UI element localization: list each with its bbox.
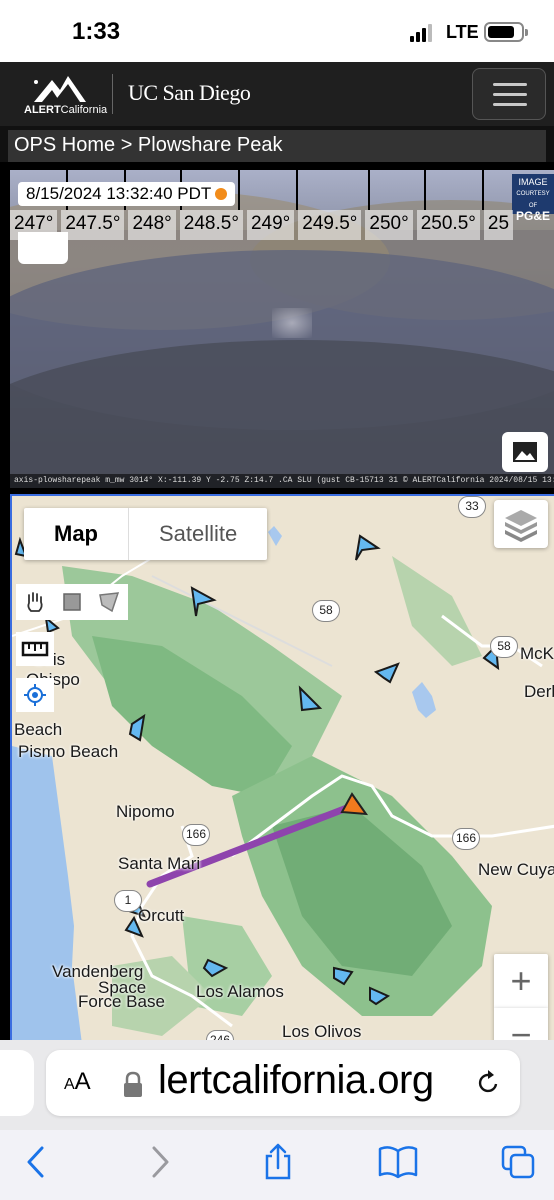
map-type-satellite-button[interactable]: Satellite [128, 508, 267, 560]
heading-label: 25 [483, 210, 514, 240]
smoke-plume [272, 308, 312, 338]
previous-tab-preview[interactable] [0, 1050, 34, 1116]
forward-button[interactable] [138, 1140, 182, 1184]
place-label: Los Alamos [196, 982, 284, 1001]
heading-tick [368, 170, 370, 210]
battery-icon [484, 22, 528, 42]
reader-settings-button[interactable]: AA [64, 1068, 91, 1096]
heading-tick [482, 170, 484, 210]
zoom-in-button[interactable]: + [494, 954, 548, 1008]
draw-rectangle-icon[interactable] [53, 584, 90, 620]
header-divider [112, 74, 113, 114]
zoom-out-button[interactable]: − [494, 1008, 548, 1042]
reload-icon[interactable] [476, 1068, 502, 1096]
status-time: 1:33 [72, 18, 121, 45]
place-label: Santa Mari [118, 854, 201, 873]
heading-tick [424, 170, 426, 210]
back-button[interactable] [14, 1140, 58, 1184]
signal-strength-icon [410, 24, 436, 42]
address-bar[interactable]: AA lertcalifornia.org [46, 1050, 520, 1116]
breadcrumb[interactable]: OPS Home > Plowshare Peak [8, 130, 546, 162]
map-layers-button[interactable] [494, 500, 548, 548]
ruler-icon [21, 641, 49, 657]
camera-ridge [10, 340, 554, 488]
network-label: LTE [446, 22, 479, 42]
highway-shield: 58 [312, 600, 340, 622]
url-text[interactable]: lertcalifornia.org [158, 1058, 434, 1103]
place-label: McKi [520, 644, 554, 663]
draw-polygon-icon[interactable] [91, 584, 128, 620]
breadcrumb-bar: OPS Home > Plowshare Peak [0, 126, 554, 162]
heading-label: 247.5° [61, 210, 125, 240]
chevron-left-icon [27, 1146, 44, 1178]
drawing-toolbar [16, 584, 128, 620]
status-dot-icon [215, 188, 228, 200]
status-bar: 1:33 LTE [0, 0, 554, 62]
share-button[interactable] [256, 1140, 300, 1184]
place-label: Beach [14, 720, 63, 739]
heading-label: 248° [128, 210, 176, 240]
heading-label: 248.5° [179, 210, 243, 240]
hand-pan-icon[interactable] [16, 584, 53, 620]
map-view[interactable]: 33 58 58 58 166 166 1 246 Luis Obispo Be… [10, 494, 554, 1042]
place-label: Los Olivos [282, 1022, 362, 1041]
browser-url-area: AA lertcalifornia.org [0, 1040, 554, 1130]
layers-icon [505, 510, 537, 542]
heading-label: 249° [246, 210, 295, 240]
image-gallery-icon [513, 442, 537, 462]
place-label: Pismo Beach [18, 742, 119, 761]
heading-label: 250.5° [416, 210, 480, 240]
browser-toolbar [0, 1130, 554, 1200]
location-target-icon [24, 684, 46, 706]
partner-logo[interactable]: UC San Diego [128, 80, 251, 106]
place-label: Nipomo [116, 802, 175, 821]
heading-scale: 247° 247.5° 248° 248.5° 249° 249.5° 250°… [10, 210, 514, 242]
map-type-toggle: Map Satellite [24, 508, 268, 560]
book-icon [378, 1146, 418, 1179]
camera-caption: axis-plowsharepeak m_mw 3014° X:-111.39 … [10, 474, 554, 488]
place-label: Orcutt [138, 906, 185, 925]
logo-text: ALERTCalifornia [24, 104, 108, 116]
tabs-icon [501, 1145, 535, 1179]
highway-shield: 58 [490, 636, 518, 658]
highway-shield: 166 [452, 828, 480, 850]
place-label: Force Base [78, 992, 165, 1011]
heading-tick [238, 170, 240, 210]
place-label: Derb [524, 682, 554, 701]
share-icon [265, 1143, 291, 1180]
bookmarks-button[interactable] [376, 1140, 420, 1184]
highway-shield: 33 [458, 496, 486, 518]
chevron-right-icon [152, 1146, 169, 1178]
heading-label: 249.5° [298, 210, 362, 240]
heading-tick [296, 170, 298, 210]
site-header: ALERTCalifornia UC San Diego [0, 62, 554, 126]
camera-image[interactable]: 8/15/2024 13:32:40 PDT IMAGE COURTESY OF P… [10, 170, 554, 488]
lock-icon [124, 1071, 142, 1097]
tabs-button[interactable] [496, 1140, 540, 1184]
image-gallery-button[interactable] [502, 432, 548, 472]
measure-ruler-button[interactable] [16, 632, 54, 666]
camera-timestamp: 8/15/2024 13:32:40 PDT [18, 182, 236, 206]
place-label: New Cuya [478, 860, 554, 879]
map-terrain [12, 496, 554, 1042]
heading-label: 250° [365, 210, 413, 240]
hamburger-menu-button[interactable] [472, 68, 546, 120]
my-location-button[interactable] [16, 678, 54, 712]
highway-shield: 166 [182, 824, 210, 846]
image-courtesy-badge: IMAGE COURTESY OF PG&E [512, 174, 554, 222]
map-type-map-button[interactable]: Map [24, 508, 128, 560]
camera-control-button[interactable] [18, 232, 68, 264]
